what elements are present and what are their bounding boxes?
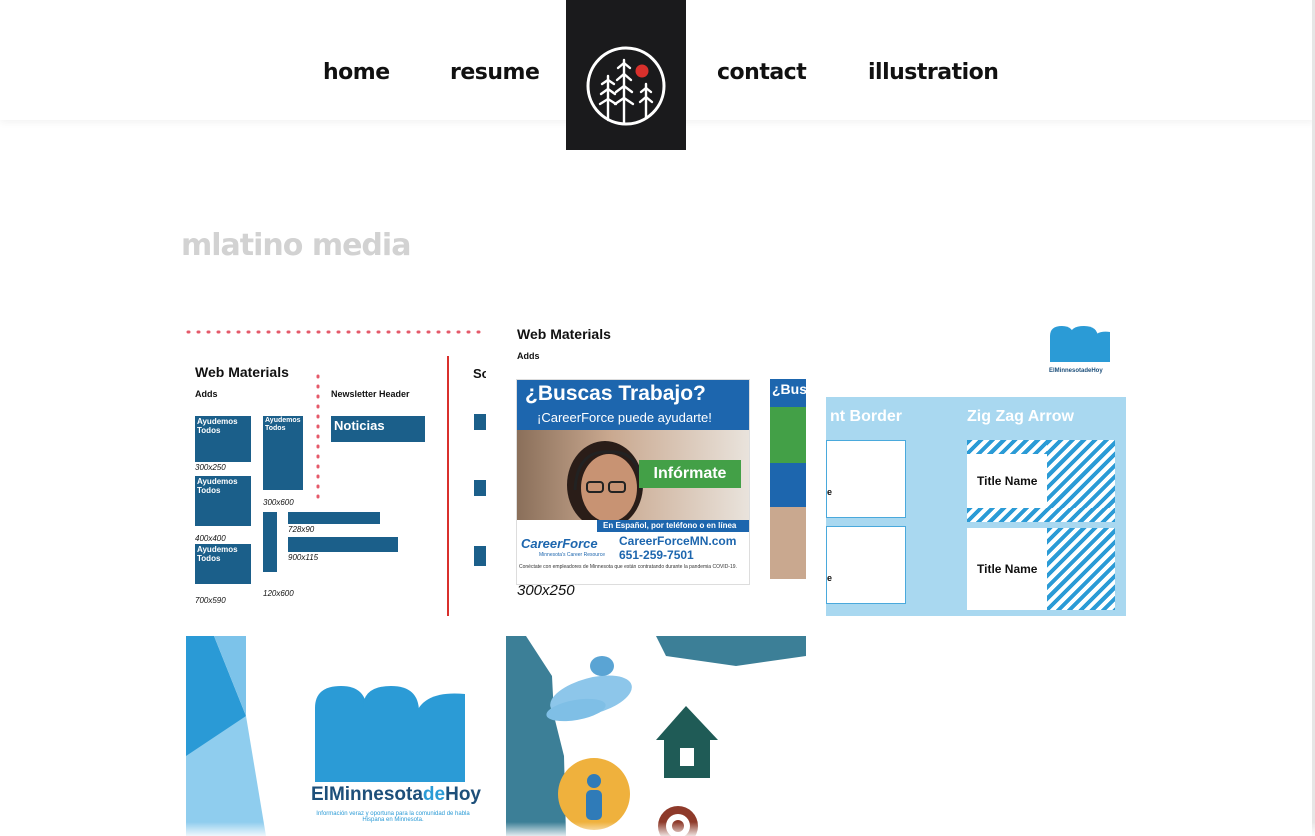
ad-thumbnail: Ayudemos Todos xyxy=(195,544,251,584)
ad-thumbnail: Ayudemos Todos xyxy=(263,416,303,490)
adds-label: Adds xyxy=(517,351,540,361)
page-title: mlatino media xyxy=(181,228,411,263)
ad-spanish-line: En Español, por teléfono o en línea xyxy=(597,520,749,532)
skyscraper-photo xyxy=(770,507,806,579)
skyscraper-green-band xyxy=(770,407,806,463)
social-thumbnail xyxy=(474,546,486,566)
size-label: 120x600 xyxy=(263,589,294,598)
careerforce-brand: CareerForce xyxy=(521,536,598,551)
ad-thumbnail xyxy=(263,512,277,572)
portfolio-tile-web-materials[interactable]: Web Materials Adds Newsletter Header So … xyxy=(186,316,486,616)
adds-label: Adds xyxy=(195,389,218,399)
ad-size-label: 300x250 xyxy=(517,582,575,599)
ad-thumbnail xyxy=(288,512,380,524)
informate-button: Infórmate xyxy=(639,460,741,488)
zigzag-template-preview: Title Name xyxy=(967,440,1115,522)
ad-thumbnail xyxy=(288,537,398,552)
elminnesota-logo-icon: ElMinnesotadeHoy xyxy=(1049,326,1110,374)
portfolio-tile-careerforce-ad[interactable]: Web Materials Adds ¿Buscas Trabajo? ¡Car… xyxy=(506,316,806,616)
ad-subhead: ¡CareerForce puede ayudarte! xyxy=(537,410,712,425)
portfolio-tile-lower-thirds[interactable]: ElMinnesotadeHoy nt Border Zig Zag Arrow… xyxy=(826,316,1126,616)
ad-headline: ¿Buscas Trabajo? xyxy=(525,382,706,405)
zigzag-style-label: Zig Zag Arrow xyxy=(967,408,1074,425)
size-label: 728x90 xyxy=(288,525,315,534)
size-label: 400x400 xyxy=(195,534,226,543)
section-heading: Web Materials xyxy=(517,326,611,342)
ad-photo: Infórmate xyxy=(517,430,749,529)
ad-url: CareerForceMN.com xyxy=(619,534,737,548)
careerforce-ad-banner: ¿Buscas Trabajo? ¡CareerForce puede ayud… xyxy=(516,379,750,585)
skyscraper-ad-thumbnail: ¿Busc xyxy=(770,379,806,609)
ad-footer-text: Conéctate con empleadores de Minnesota q… xyxy=(519,564,737,570)
border-template-preview: e xyxy=(826,526,906,604)
nav-home-link[interactable]: home xyxy=(323,60,390,85)
section-heading: Web Materials xyxy=(195,364,289,380)
careerforce-brand-sub: Minnesota's Career Resource xyxy=(539,552,605,558)
title-name-label: Title Name xyxy=(977,562,1038,576)
newsletter-thumbnail: Noticias xyxy=(331,416,425,442)
title-name-label: Title Name xyxy=(977,474,1038,488)
size-label: 900x115 xyxy=(288,553,319,562)
brand-wordmark: ElMinnesotadeHoy xyxy=(311,784,481,805)
pine-trees-logo-icon xyxy=(586,46,666,126)
size-label: 700x590 xyxy=(195,596,226,605)
minnesota-map-illustration xyxy=(526,636,806,836)
ad-header-band: ¿Buscas Trabajo? ¡CareerForce puede ayud… xyxy=(517,380,749,430)
nav-illustration-link[interactable]: illustration xyxy=(868,60,999,85)
social-thumbnail xyxy=(474,414,486,430)
border-style-label: nt Border xyxy=(830,408,902,425)
ad-thumbnail: Ayudemos Todos xyxy=(195,416,251,462)
newsletter-label: Newsletter Header xyxy=(331,389,410,399)
social-thumbnail xyxy=(474,480,486,496)
person-icon xyxy=(558,758,630,830)
ad-phone: 651-259-7501 xyxy=(619,548,694,562)
nav-contact-link[interactable]: contact xyxy=(717,60,807,85)
size-label: 300x600 xyxy=(263,498,294,507)
social-label: So xyxy=(473,366,486,381)
svg-text:ElMinnesotadeHoy: ElMinnesotadeHoy xyxy=(1049,368,1103,374)
elminnesota-logo-icon xyxy=(315,686,465,782)
portfolio-tile-covid-map[interactable] xyxy=(506,636,806,836)
size-label: 300x250 xyxy=(195,463,226,472)
ad-thumbnail: Ayudemos Todos xyxy=(195,476,251,526)
portfolio-tile-brand-logo[interactable]: ElMinnesotadeHoy Información veraz y opo… xyxy=(186,636,486,836)
nav-resume-link[interactable]: resume xyxy=(450,60,540,85)
zigzag-template-preview: Title Name xyxy=(967,528,1115,610)
border-template-preview: e xyxy=(826,440,906,518)
site-logo[interactable] xyxy=(566,0,686,150)
